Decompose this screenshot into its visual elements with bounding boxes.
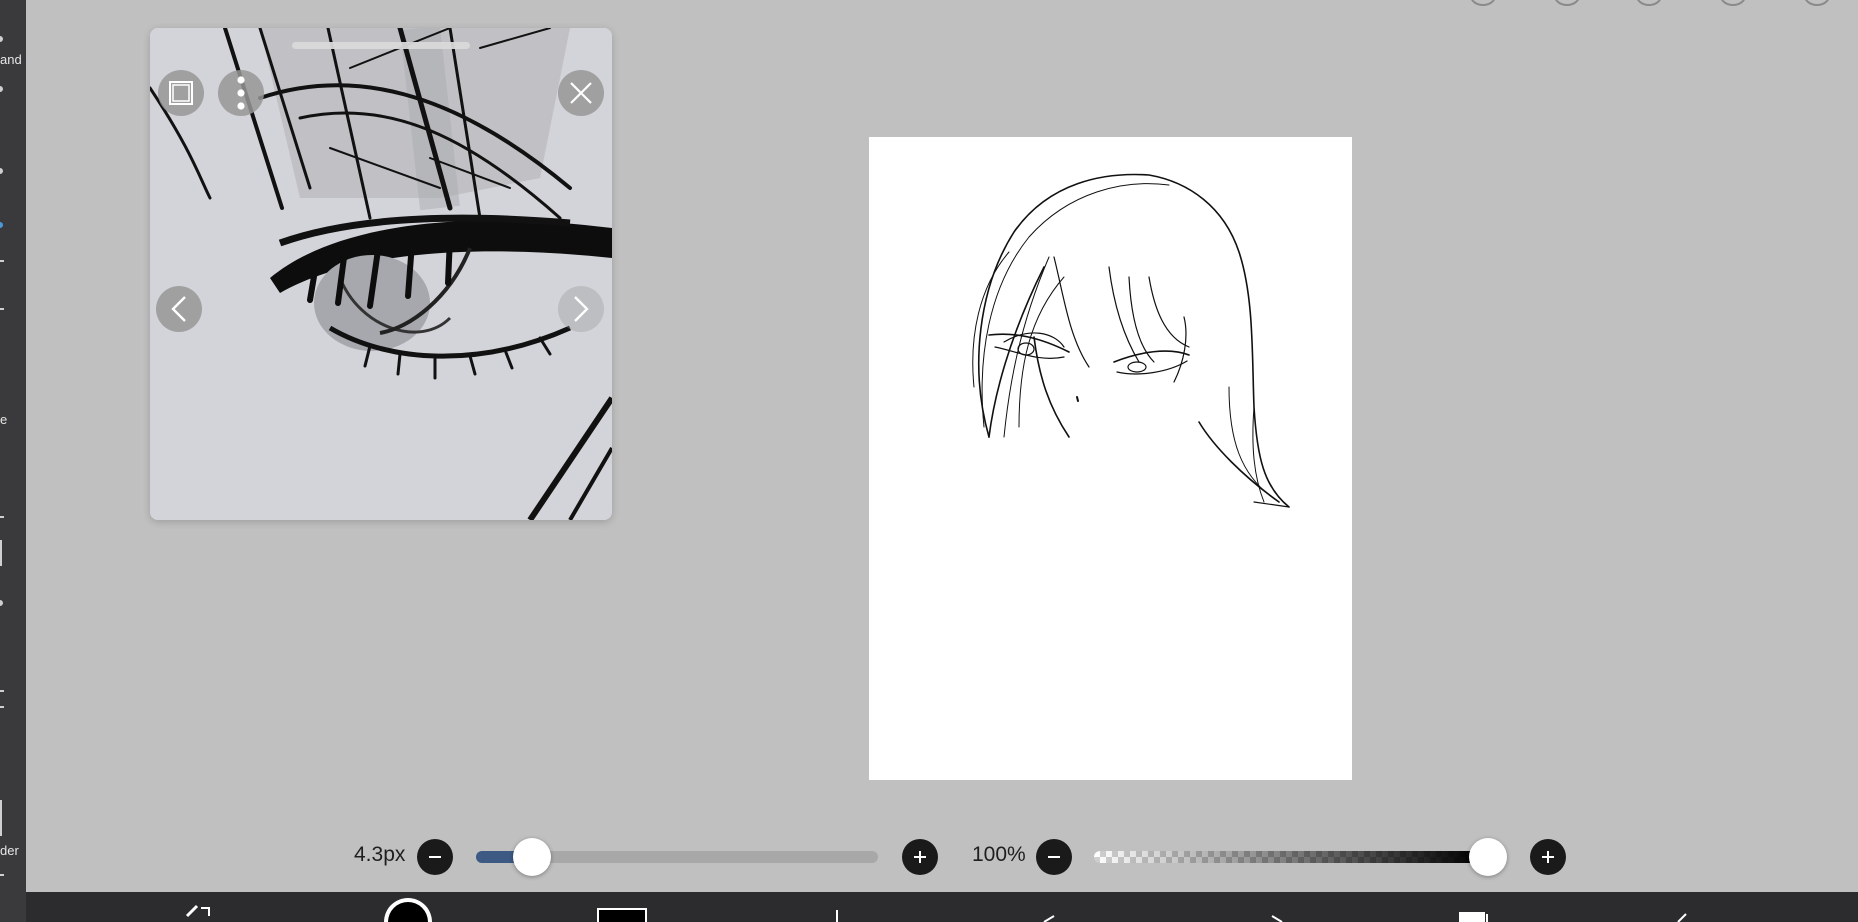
tool-dot-active-icon[interactable] [0, 222, 3, 228]
minus-icon [429, 856, 441, 858]
opacity-label: 100% [972, 843, 1026, 866]
chevron-left-icon [171, 296, 186, 322]
tool-dot-icon[interactable] [0, 86, 3, 92]
tool-dot-icon[interactable] [0, 36, 3, 42]
brush-size-label: 4.3px [354, 843, 406, 866]
menu-button[interactable] [218, 70, 264, 116]
tool-tick-icon[interactable] [0, 516, 4, 518]
brush-size-decrease-button[interactable] [417, 839, 453, 875]
color-swatch-icon[interactable] [597, 892, 647, 922]
frame-button[interactable] [158, 70, 204, 116]
top-tool-icon[interactable] [1804, 0, 1830, 6]
drag-handle[interactable] [292, 42, 470, 49]
minus-icon [1048, 856, 1060, 858]
sketch-artwork [972, 173, 1290, 508]
top-tool-icon[interactable] [1636, 0, 1662, 6]
brush-size-knob[interactable] [513, 838, 552, 876]
tool-dot-icon[interactable] [0, 168, 3, 174]
tool-bar-icon[interactable] [0, 540, 2, 566]
vertical-dots-icon [237, 76, 245, 110]
drawing-canvas[interactable] [869, 137, 1352, 780]
close-icon [570, 82, 592, 104]
tool-dot-icon[interactable] [0, 600, 3, 606]
opacity-increase-button[interactable] [1530, 839, 1566, 875]
close-button[interactable] [558, 70, 604, 116]
opacity-knob[interactable] [1469, 838, 1507, 876]
chevron-right-icon [574, 296, 589, 322]
left-toolbar-label-3[interactable]: der [0, 843, 19, 858]
brush-size-increase-button[interactable] [902, 839, 938, 875]
left-toolbar-label-2[interactable]: e [0, 412, 7, 427]
tool-tick-icon[interactable] [0, 706, 4, 708]
plus-icon [1542, 851, 1554, 863]
tool-tick-icon[interactable] [0, 260, 4, 262]
check-icon[interactable] [1666, 892, 1696, 922]
brush-tip-icon[interactable] [383, 892, 433, 922]
layers-icon[interactable] [1453, 892, 1493, 922]
plus-icon [914, 851, 926, 863]
reference-viewer[interactable] [150, 28, 612, 520]
forward-arrow-icon[interactable] [1266, 892, 1296, 922]
tool-bar-icon[interactable] [0, 800, 2, 836]
tool-tick-icon[interactable] [0, 308, 4, 310]
opacity-slider[interactable] [1094, 851, 1500, 863]
left-toolbar-label-1[interactable]: and [0, 52, 22, 67]
next-button[interactable] [558, 286, 604, 332]
back-arrow-icon[interactable] [1030, 892, 1060, 922]
tool-tick-icon[interactable] [0, 690, 4, 692]
divider-icon [836, 910, 838, 922]
opacity-decrease-button[interactable] [1036, 839, 1072, 875]
top-tool-icon[interactable] [1554, 0, 1580, 6]
frame-icon [169, 81, 193, 105]
top-tool-icon[interactable] [1470, 0, 1496, 6]
bottom-toolbar [26, 892, 1858, 922]
tool-tick-icon[interactable] [0, 874, 4, 876]
previous-button[interactable] [156, 286, 202, 332]
undo-icon[interactable] [181, 892, 217, 922]
left-toolbar: and e der [0, 0, 26, 922]
top-tool-icon[interactable] [1720, 0, 1746, 6]
